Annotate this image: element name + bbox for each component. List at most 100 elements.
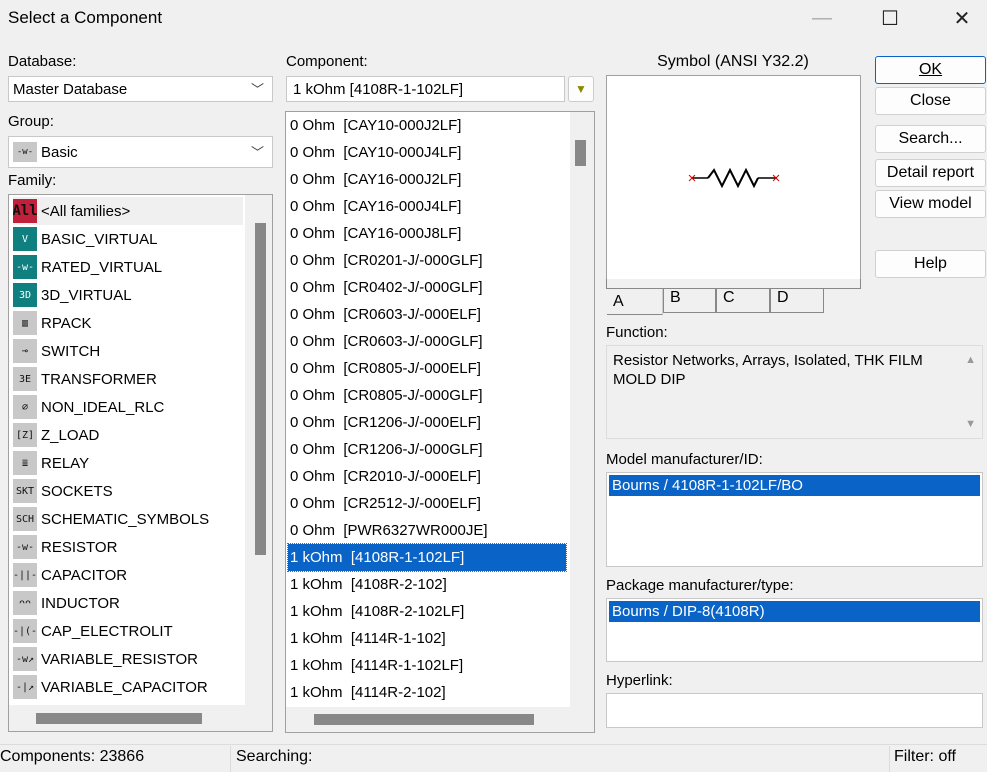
family-item[interactable]: ⌀ NON_IDEAL_RLC (13, 393, 164, 421)
scrollbar-thumb[interactable] (36, 713, 202, 724)
component-item[interactable]: 0 Ohm [CR2512-J/-000ELF] (288, 490, 566, 517)
detail-report-button[interactable]: Detail report (875, 159, 986, 187)
tab-d[interactable]: D (770, 289, 824, 313)
help-button[interactable]: Help (875, 250, 986, 278)
database-value: Master Database (13, 80, 128, 98)
resistor-symbol-icon (688, 167, 780, 189)
component-item[interactable]: 0 Ohm [PWR6327WR000JE] (288, 517, 566, 544)
filter-icon[interactable]: ▼ (568, 76, 594, 102)
component-search-input[interactable]: 1 kOhm [4108R-1-102LF] (286, 76, 565, 102)
family-item[interactable]: 3E TRANSFORMER (13, 365, 157, 393)
family-item-label: CAPACITOR (41, 566, 128, 584)
component-item[interactable]: 1 kOhm [4108R-2-102LF] (288, 598, 566, 625)
hyperlink-field[interactable] (606, 693, 983, 728)
component-item[interactable]: 0 Ohm [CR0603-J/-000ELF] (288, 301, 566, 328)
component-item[interactable]: 0 Ohm [CR1206-J/-000GLF] (288, 436, 566, 463)
family-icon: ≣ (13, 451, 37, 475)
family-item[interactable]: All <All families> (13, 197, 243, 225)
close-button[interactable]: Close (875, 87, 986, 115)
component-item[interactable]: 1 kOhm [4108R-1-102LF] (287, 543, 567, 572)
component-item[interactable]: 1 kOhm [4114R-1-102] (288, 625, 566, 652)
hyperlink-label: Hyperlink: (606, 672, 673, 689)
package-item[interactable]: Bourns / DIP-8(4108R) (609, 601, 980, 622)
tab-c[interactable]: C (716, 289, 770, 313)
component-item[interactable]: 0 Ohm [CR0603-J/-000GLF] (288, 328, 566, 355)
component-item[interactable]: 0 Ohm [CR0201-J/-000GLF] (288, 247, 566, 274)
family-item[interactable]: 3D 3D_VIRTUAL (13, 281, 132, 309)
family-item[interactable]: -w↗ VARIABLE_RESISTOR (13, 645, 198, 673)
family-icon: -w- (13, 255, 37, 279)
family-item[interactable]: SCH SCHEMATIC_SYMBOLS (13, 505, 209, 533)
family-vertical-scrollbar[interactable] (245, 195, 272, 705)
database-label: Database: (8, 53, 77, 70)
component-value[interactable]: 1 kOhm [4108R-1-102LF] (291, 81, 463, 98)
family-item[interactable]: -w- RATED_VIRTUAL (13, 253, 162, 281)
family-item[interactable]: V BASIC_VIRTUAL (13, 225, 157, 253)
model-label: Model manufacturer/ID: (606, 451, 763, 468)
family-icon: 3E (13, 367, 37, 391)
status-searching: Searching: (236, 748, 313, 765)
model-item[interactable]: Bourns / 4108R-1-102LF/BO (609, 475, 980, 496)
close-window-button[interactable]: ✕ (942, 4, 982, 32)
family-item-label: VARIABLE_CAPACITOR (41, 678, 208, 696)
chevron-down-icon: ﹀ (250, 82, 264, 97)
group-value: Basic (41, 143, 78, 161)
component-item[interactable]: 0 Ohm [CR2010-J/-000ELF] (288, 463, 566, 490)
family-horizontal-scrollbar[interactable] (9, 705, 272, 731)
scrollbar-thumb[interactable] (255, 223, 266, 555)
family-item[interactable]: SKT SOCKETS (13, 477, 113, 505)
component-item[interactable]: 0 Ohm [CAY10-000J2LF] (288, 112, 566, 139)
ok-button[interactable]: OK (875, 56, 986, 84)
scrollbar-thumb[interactable] (314, 714, 534, 725)
component-item[interactable]: 1 kOhm [4114R-2-102] (288, 679, 566, 706)
scroll-down-icon[interactable]: ▼ (965, 418, 976, 430)
maximize-button[interactable]: ☐ (870, 4, 910, 32)
family-item[interactable]: -|(- CAP_ELECTROLIT (13, 617, 173, 645)
component-item[interactable]: 0 Ohm [CAY10-000J4LF] (288, 139, 566, 166)
family-icon: ▥ (13, 311, 37, 335)
component-item[interactable]: 0 Ohm [CR0805-J/-000ELF] (288, 355, 566, 382)
minimize-button[interactable]: — (802, 4, 842, 32)
component-item[interactable]: 0 Ohm [CR0805-J/-000GLF] (288, 382, 566, 409)
resistor-icon: -w- (13, 142, 37, 162)
scrollbar-thumb[interactable] (575, 140, 586, 166)
package-label: Package manufacturer/type: (606, 577, 794, 594)
component-item[interactable]: 0 Ohm [CAY16-000J8LF] (288, 220, 566, 247)
component-horizontal-scrollbar[interactable] (286, 707, 594, 732)
component-item[interactable]: 0 Ohm [CAY16-000J2LF] (288, 166, 566, 193)
component-list[interactable]: 0 Ohm [CAY10-000J2LF] 0 Ohm [CAY10-000J4L… (285, 111, 595, 733)
tab-a[interactable]: A (607, 289, 663, 315)
component-vertical-scrollbar[interactable] (570, 112, 594, 707)
group-select[interactable]: -w- Basic ﹀ (8, 136, 273, 168)
model-list[interactable]: Bourns / 4108R-1-102LF/BO (606, 472, 983, 567)
component-item[interactable]: 0 Ohm [CR0402-J/-000GLF] (288, 274, 566, 301)
family-item-label: CAP_ELECTROLIT (41, 622, 173, 640)
view-model-button[interactable]: View model (875, 190, 986, 218)
family-item[interactable]: ≣ RELAY (13, 449, 89, 477)
symbol-label: Symbol (ANSI Y32.2) (657, 53, 809, 70)
family-item[interactable]: [Z] Z_LOAD (13, 421, 99, 449)
function-textbox[interactable]: Resistor Networks, Arrays, Isolated, THK… (606, 345, 983, 439)
status-filter: Filter: off (894, 748, 956, 765)
family-item[interactable]: -||- CAPACITOR (13, 561, 127, 589)
family-icon: SCH (13, 507, 37, 531)
component-item[interactable]: 1 kOhm [4114R-1-102LF] (288, 652, 566, 679)
search-button[interactable]: Search... (875, 125, 986, 153)
tab-b[interactable]: B (663, 289, 716, 313)
component-item[interactable]: 0 Ohm [CR1206-J/-000ELF] (288, 409, 566, 436)
scroll-up-icon[interactable]: ▲ (965, 354, 976, 366)
family-item[interactable]: -|↗ VARIABLE_CAPACITOR (13, 673, 208, 701)
package-list[interactable]: Bourns / DIP-8(4108R) (606, 598, 983, 662)
family-item[interactable]: ▥ RPACK (13, 309, 92, 337)
family-item[interactable]: ⊸ SWITCH (13, 337, 100, 365)
component-item[interactable]: 0 Ohm [CAY16-000J4LF] (288, 193, 566, 220)
family-item[interactable]: -w- RESISTOR (13, 533, 117, 561)
database-select[interactable]: Master Database ﹀ (8, 76, 273, 102)
family-item[interactable]: ᴖᴖ INDUCTOR (13, 589, 120, 617)
status-components: Components: 23866 (0, 748, 145, 765)
family-list[interactable]: All <All families> V BASIC_VIRTUAL -w- RATED_… (8, 194, 273, 732)
family-item-label: INDUCTOR (41, 594, 120, 612)
family-item-label: SWITCH (41, 342, 101, 360)
family-icon: -|↗ (13, 675, 37, 699)
component-item[interactable]: 1 kOhm [4108R-2-102] (288, 571, 566, 598)
